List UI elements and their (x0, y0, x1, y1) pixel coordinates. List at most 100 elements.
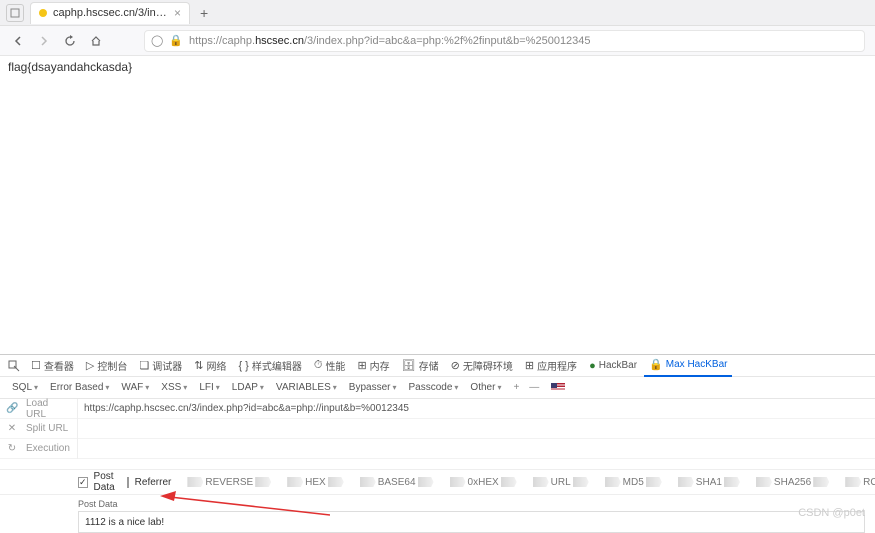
forward-button[interactable] (36, 33, 52, 49)
home-icon (90, 35, 102, 47)
chevron-down-icon: ▾ (454, 383, 458, 392)
hackbar-menu-xss[interactable]: XSS▾ (155, 382, 193, 393)
devtools-inspect-button[interactable] (6, 358, 22, 374)
hackbar-menu-waf[interactable]: WAF▾ (115, 382, 155, 393)
tab-icon: ⊘ (451, 359, 460, 372)
arrow-right-icon (38, 35, 50, 47)
pill-tag-icon (756, 477, 772, 487)
action-icon: ↻ (6, 443, 18, 454)
encode-pill-reverse[interactable]: REVERSE (187, 477, 271, 488)
encode-pill-rot13[interactable]: ROT13 (845, 477, 875, 488)
browser-tab[interactable]: caphp.hscsec.cn/3/index.ph × (30, 2, 190, 24)
hackbar-action-split-url[interactable]: ✕Split URL (0, 419, 77, 439)
hackbar-url-area: https://caphp.hscsec.cn/3/index.php?id=a… (78, 399, 875, 459)
chevron-down-icon: ▾ (183, 383, 187, 392)
devtools-tab-无障碍环境[interactable]: ⊘无障碍环境 (446, 355, 518, 377)
encode-pill-base64[interactable]: BASE64 (360, 477, 434, 488)
hackbar-action-execution[interactable]: ↻Execution (0, 439, 77, 459)
url-text: https://caphp.hscsec.cn/3/index.php?id=a… (189, 35, 591, 47)
reload-button[interactable] (62, 33, 78, 49)
referrer-checkbox[interactable] (127, 477, 129, 488)
tab-label: 控制台 (97, 358, 127, 373)
pill-tag-icon (533, 477, 549, 487)
postdata-label: Post Data (94, 471, 115, 493)
hackbar-url-value[interactable]: https://caphp.hscsec.cn/3/index.php?id=a… (78, 399, 875, 419)
hackbar-empty-row (78, 419, 875, 439)
devtools-tab-查看器[interactable]: ☐查看器 (26, 355, 79, 377)
tab-icon: ▷ (86, 359, 94, 372)
referrer-label: Referrer (135, 477, 172, 488)
hackbar-menu-variables[interactable]: VARIABLES▾ (270, 382, 343, 393)
hackbar-menu-error-based[interactable]: Error Based▾ (44, 382, 115, 393)
postdata-value: 1112 is a nice lab! (85, 517, 164, 528)
tab-label: HackBar (599, 360, 637, 371)
chevron-down-icon: ▾ (105, 383, 109, 392)
pill-tag-icon (418, 477, 434, 487)
chevron-down-icon: ▾ (392, 383, 396, 392)
tab-label: 应用程序 (537, 358, 577, 373)
hackbar-action-load-url[interactable]: 🔗Load URL (0, 399, 77, 419)
pill-tag-icon (501, 477, 517, 487)
tab-list-icon (10, 8, 20, 18)
tab-icon: ⊞ (525, 359, 534, 372)
reload-icon (64, 35, 76, 47)
encode-pill-url[interactable]: URL (533, 477, 589, 488)
pill-tag-icon (678, 477, 694, 487)
pill-tag-icon (450, 477, 466, 487)
pill-tag-icon (287, 477, 303, 487)
tab-close-icon[interactable]: × (174, 6, 181, 20)
devtools-panel: ☐查看器▷控制台❏调试器⇅网络{ }样式编辑器⏱性能⊞内存🗄存储⊘无障碍环境⊞应… (0, 354, 875, 533)
hackbar-menu-other[interactable]: Other▾ (464, 382, 507, 393)
encode-pill-0xhex[interactable]: 0xHEX (450, 477, 517, 488)
devtools-tab-Max HacKBar[interactable]: 🔒Max HacKBar (644, 355, 732, 377)
hackbar-menu-passcode[interactable]: Passcode▾ (402, 382, 464, 393)
hackbar-menu-ldap[interactable]: LDAP▾ (226, 382, 270, 393)
devtools-tab-HackBar[interactable]: ●HackBar (584, 355, 642, 377)
postdata-section-label: Post Data (0, 495, 875, 511)
devtools-tab-调试器[interactable]: ❏调试器 (134, 355, 187, 377)
hackbar-menu-lfi[interactable]: LFI▾ (193, 382, 225, 393)
encode-pill-sha1[interactable]: SHA1 (678, 477, 740, 488)
browser-tab-strip: caphp.hscsec.cn/3/index.ph × + (0, 0, 875, 26)
pill-tag-icon (573, 477, 589, 487)
pill-tag-icon (328, 477, 344, 487)
hackbar-remove-button[interactable]: — (525, 382, 543, 393)
tab-label: 内存 (370, 358, 390, 373)
tab-label: 性能 (325, 358, 345, 373)
new-tab-button[interactable]: + (200, 5, 208, 21)
chevron-down-icon: ▾ (145, 383, 149, 392)
us-flag-icon[interactable] (551, 383, 565, 392)
devtools-tab-样式编辑器[interactable]: { }样式编辑器 (233, 355, 306, 377)
tab-favicon (39, 9, 47, 17)
encode-pill-hex[interactable]: HEX (287, 477, 344, 488)
hackbar-menu-sql[interactable]: SQL▾ (6, 382, 44, 393)
tab-icon: ⇅ (194, 359, 203, 372)
pill-tag-icon (845, 477, 861, 487)
devtools-tab-性能[interactable]: ⏱性能 (309, 355, 351, 377)
url-input[interactable]: ◯ 🔒 https://caphp.hscsec.cn/3/index.php?… (144, 30, 865, 52)
tab-icon: { } (238, 360, 248, 372)
tab-icon: ☐ (31, 359, 41, 372)
devtools-tab-应用程序[interactable]: ⊞应用程序 (520, 355, 582, 377)
action-icon: ✕ (6, 423, 18, 434)
devtools-tab-控制台[interactable]: ▷控制台 (81, 355, 132, 377)
tab-label: 查看器 (44, 358, 74, 373)
devtools-tab-网络[interactable]: ⇅网络 (189, 355, 231, 377)
devtools-tab-内存[interactable]: ⊞内存 (352, 355, 394, 377)
hackbar-menu-bypasser[interactable]: Bypasser▾ (343, 382, 403, 393)
chevron-down-icon: ▾ (497, 383, 501, 392)
tab-icon: ❏ (139, 359, 149, 372)
back-button[interactable] (10, 33, 26, 49)
tab-label: 无障碍环境 (463, 358, 513, 373)
home-button[interactable] (88, 33, 104, 49)
encode-pill-md5[interactable]: MD5 (605, 477, 662, 488)
shield-icon: ◯ (151, 34, 163, 47)
encode-pill-sha256[interactable]: SHA256 (756, 477, 829, 488)
postdata-input[interactable]: 1112 is a nice lab! (78, 511, 865, 533)
devtools-tab-bar: ☐查看器▷控制台❏调试器⇅网络{ }样式编辑器⏱性能⊞内存🗄存储⊘无障碍环境⊞应… (0, 355, 875, 377)
postdata-checkbox[interactable] (78, 477, 88, 488)
pill-tag-icon (187, 477, 203, 487)
tab-list-button[interactable] (6, 4, 24, 22)
hackbar-add-button[interactable]: + (509, 382, 523, 393)
devtools-tab-存储[interactable]: 🗄存储 (397, 355, 444, 377)
